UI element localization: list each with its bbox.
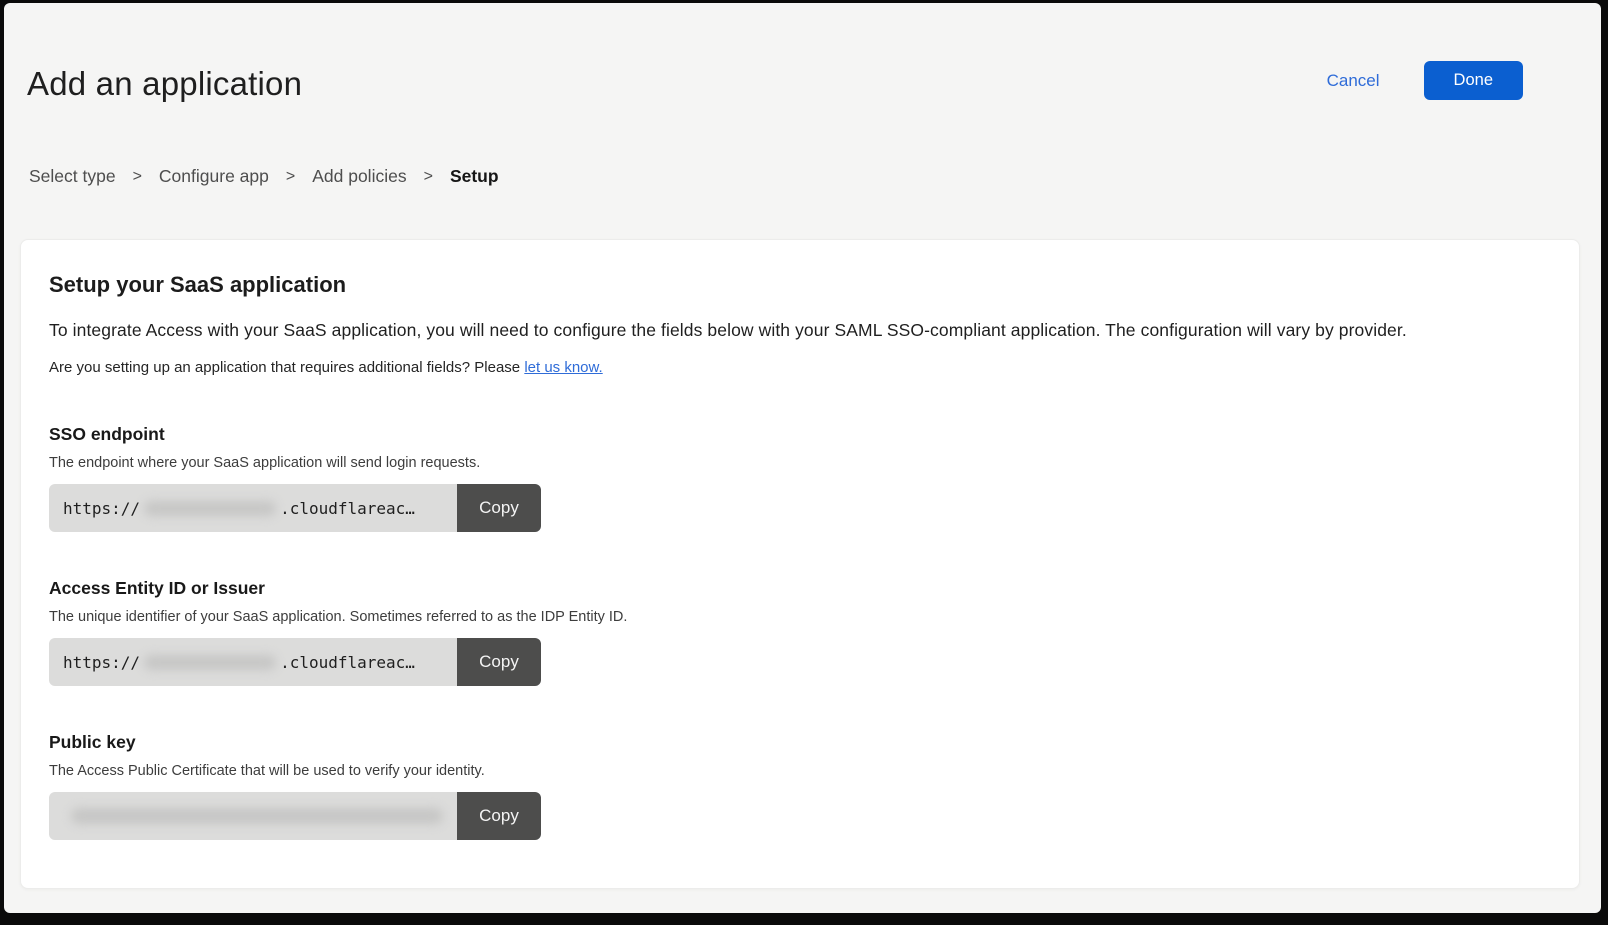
access-entity-id-copy-button[interactable]: Copy xyxy=(457,638,541,686)
sso-endpoint-copy-row: https:// .cloudflareac… Copy xyxy=(49,484,541,532)
field-group-access-entity-id: Access Entity ID or Issuer The unique id… xyxy=(49,578,1551,686)
app-window: Add an application Cancel Done Select ty… xyxy=(4,3,1601,913)
breadcrumb: Select type > Configure app > Add polici… xyxy=(29,166,499,187)
field-description: The endpoint where your SaaS application… xyxy=(49,455,1551,471)
field-group-public-key: Public key The Access Public Certificate… xyxy=(49,732,1551,840)
sso-endpoint-value: https:// .cloudflareac… xyxy=(49,484,457,532)
redacted-value-blur xyxy=(144,655,276,670)
card-note-text: Are you setting up an application that r… xyxy=(49,359,524,376)
public-key-copy-button[interactable]: Copy xyxy=(457,792,541,840)
setup-card: Setup your SaaS application To integrate… xyxy=(20,239,1580,889)
value-suffix: .cloudflareac… xyxy=(280,653,415,672)
access-entity-id-value: https:// .cloudflareac… xyxy=(49,638,457,686)
breadcrumb-step-select-type[interactable]: Select type xyxy=(29,166,116,187)
card-note: Are you setting up an application that r… xyxy=(49,359,1551,376)
value-prefix: https:// xyxy=(63,653,140,672)
breadcrumb-separator: > xyxy=(133,168,142,186)
redacted-value-blur xyxy=(71,808,443,824)
card-intro-text: To integrate Access with your SaaS appli… xyxy=(49,320,1551,341)
done-button[interactable]: Done xyxy=(1424,61,1523,100)
field-label: Access Entity ID or Issuer xyxy=(49,578,1551,599)
field-group-sso-endpoint: SSO endpoint The endpoint where your Saa… xyxy=(49,424,1551,532)
breadcrumb-step-setup: Setup xyxy=(450,166,499,187)
page-title: Add an application xyxy=(27,65,302,103)
header-actions: Cancel Done xyxy=(1327,61,1523,100)
let-us-know-link[interactable]: let us know. xyxy=(524,359,602,376)
cancel-button[interactable]: Cancel xyxy=(1327,71,1380,91)
field-label: SSO endpoint xyxy=(49,424,1551,445)
public-key-copy-row: Copy xyxy=(49,792,541,840)
sso-endpoint-copy-button[interactable]: Copy xyxy=(457,484,541,532)
breadcrumb-separator: > xyxy=(424,168,433,186)
card-heading: Setup your SaaS application xyxy=(49,272,1551,298)
field-description: The unique identifier of your SaaS appli… xyxy=(49,609,1551,625)
breadcrumb-separator: > xyxy=(286,168,295,186)
breadcrumb-step-configure-app[interactable]: Configure app xyxy=(159,166,269,187)
field-description: The Access Public Certificate that will … xyxy=(49,763,1551,779)
value-prefix: https:// xyxy=(63,499,140,518)
redacted-value-blur xyxy=(144,501,276,516)
field-label: Public key xyxy=(49,732,1551,753)
access-entity-id-copy-row: https:// .cloudflareac… Copy xyxy=(49,638,541,686)
public-key-value xyxy=(49,792,457,840)
value-suffix: .cloudflareac… xyxy=(280,499,415,518)
breadcrumb-step-add-policies[interactable]: Add policies xyxy=(312,166,406,187)
